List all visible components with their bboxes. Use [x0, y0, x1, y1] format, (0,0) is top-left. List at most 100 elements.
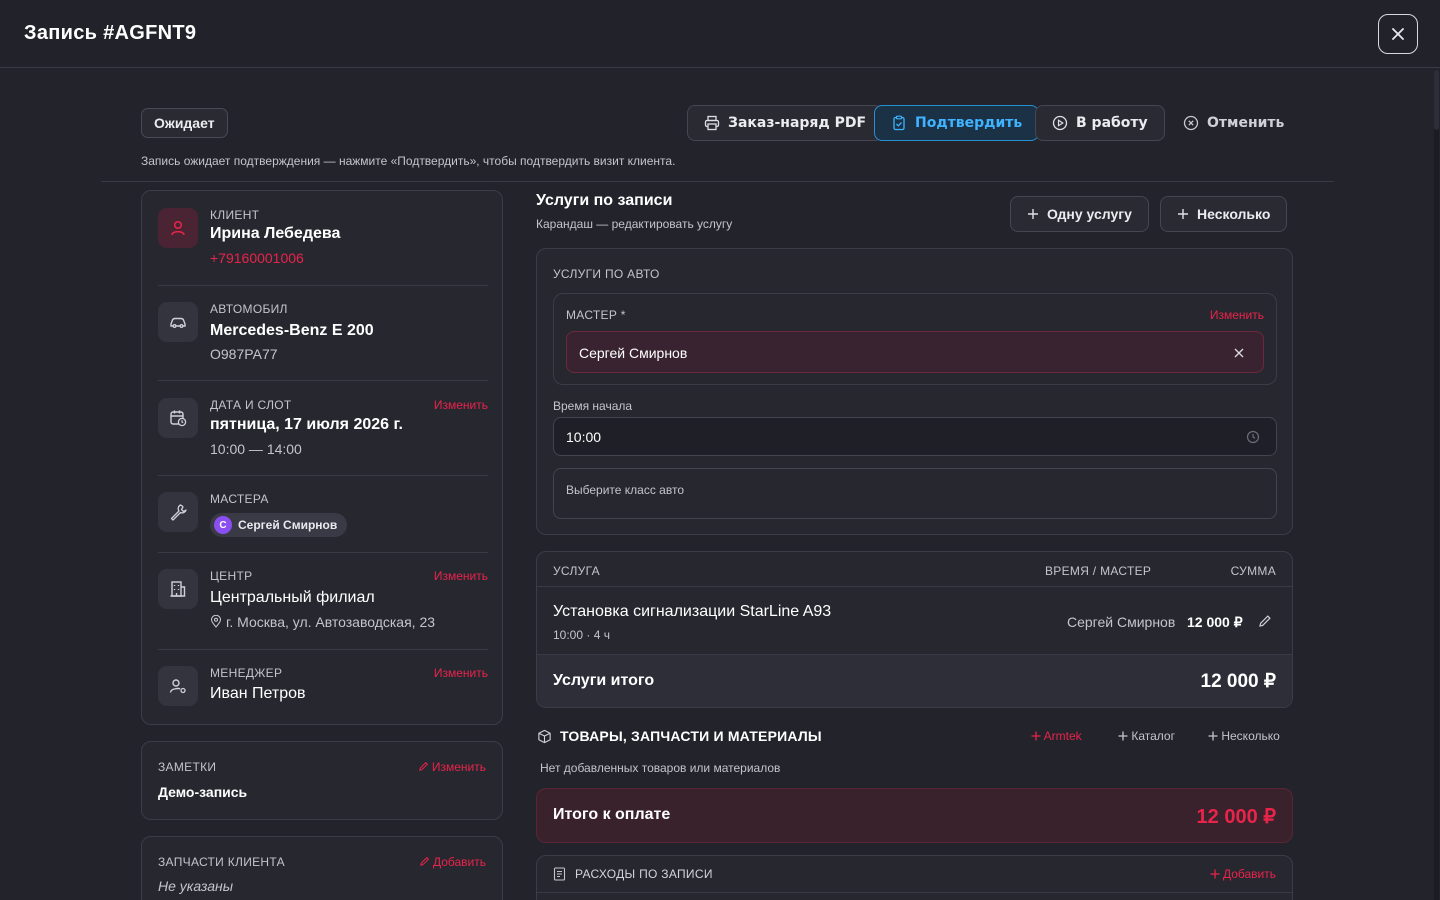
client-parts-label: ЗАПЧАСТИ КЛИЕНТА	[158, 855, 285, 869]
row-divider	[158, 552, 488, 553]
client-phone[interactable]: +79160001006	[210, 250, 304, 266]
plus-icon	[1208, 731, 1218, 741]
armtek-label: Armtek	[1043, 729, 1082, 743]
pencil-icon	[418, 761, 428, 771]
goods-many-label: Несколько	[1221, 729, 1280, 743]
building-icon	[170, 581, 186, 597]
play-circle-icon	[1052, 115, 1068, 131]
pdf-button[interactable]: Заказ-наряд PDF	[687, 105, 884, 141]
slot-label: ДАТА И СЛОТ	[210, 398, 292, 412]
master-box: МАСТЕР * Изменить Сергей Смирнов	[553, 293, 1277, 385]
notes-text: Демо-запись	[158, 784, 248, 800]
masters-row: МАСТЕРА С Сергей Смирнов	[158, 492, 488, 538]
appointment-info-card: КЛИЕНТ Ирина Лебедева +79160001006 АВТОМ…	[141, 190, 503, 725]
slot-date: пятница, 17 июля 2026 г.	[210, 416, 403, 433]
scrollbar[interactable]	[1434, 70, 1439, 900]
table-header-sum: СУММА	[1230, 564, 1276, 578]
row-divider	[158, 475, 488, 476]
manager-change-link[interactable]: Изменить	[434, 666, 488, 680]
user-cog-icon	[169, 679, 186, 694]
payment-total-label: Итого к оплате	[553, 806, 671, 823]
master-select[interactable]: Сергей Смирнов	[566, 331, 1264, 373]
goods-many-add-link[interactable]: Несколько	[1208, 729, 1280, 743]
building-icon-box	[158, 569, 198, 609]
center-address: г. Москва, ул. Автозаводская, 23	[226, 614, 436, 630]
divider	[101, 181, 1334, 182]
close-icon	[1392, 28, 1404, 40]
client-name: Ирина Лебедева	[210, 225, 341, 242]
car-class-placeholder: Выберите класс авто	[566, 483, 685, 497]
center-row: ЦЕНТР Изменить Центральный филиал г. Мос…	[158, 569, 488, 630]
scrollbar-thumb[interactable]	[1434, 70, 1439, 130]
pencil-icon[interactable]	[1258, 614, 1272, 628]
manager-row: МЕНЕДЖЕР Изменить Иван Петров	[158, 666, 488, 710]
services-by-car-label: УСЛУГИ ПО АВТО	[553, 267, 660, 281]
map-pin-icon	[210, 614, 222, 628]
expenses-add-link[interactable]: Добавить	[1210, 867, 1276, 881]
payment-total-value: 12 000 ₽	[1196, 806, 1276, 828]
confirm-button-label: Подтвердить	[915, 115, 1023, 131]
cancel-button[interactable]: Отменить	[1166, 105, 1301, 141]
close-button[interactable]	[1378, 14, 1418, 54]
expenses-divider	[537, 892, 1292, 893]
master-chip-name: Сергей Смирнов	[238, 518, 338, 532]
expenses-title: РАСХОДЫ ПО ЗАПИСИ	[575, 867, 713, 881]
services-total-value: 12 000 ₽	[1200, 671, 1276, 692]
table-row[interactable]: Установка сигнализации StarLine A93 10:0…	[537, 587, 1292, 654]
notes-change-link[interactable]: Изменить	[418, 760, 486, 774]
add-many-services-label: Несколько	[1197, 206, 1271, 222]
confirm-button[interactable]: Подтвердить	[874, 105, 1040, 141]
center-address-line: г. Москва, ул. Автозаводская, 23	[210, 614, 435, 630]
add-many-services-button[interactable]: Несколько	[1160, 196, 1288, 232]
add-one-service-button[interactable]: Одну услугу	[1010, 196, 1149, 232]
car-icon	[170, 317, 186, 328]
status-badge: Ожидает	[141, 108, 228, 138]
row-divider	[158, 285, 488, 286]
car-label: АВТОМОБИЛ	[210, 302, 288, 316]
goods-empty-text: Нет добавленных товаров или материалов	[540, 761, 781, 775]
modal-header: Запись #AGFNT9	[0, 0, 1440, 68]
master-chip: С Сергей Смирнов	[210, 513, 348, 537]
car-icon-box	[158, 302, 198, 342]
row-divider	[158, 649, 488, 650]
plus-icon	[1028, 209, 1038, 219]
master-field-label: МАСТЕР *	[566, 308, 626, 322]
wrench-icon	[170, 504, 187, 521]
center-change-link[interactable]: Изменить	[434, 569, 488, 583]
plus-icon	[1118, 731, 1128, 741]
calendar-clock-icon	[170, 410, 187, 427]
plus-icon	[1210, 869, 1220, 879]
pencil-icon	[419, 856, 429, 866]
clock-icon	[1246, 430, 1260, 444]
car-row: АВТОМОБИЛ Mercedes-Benz E 200 О987РА77	[158, 302, 488, 362]
add-one-service-label: Одну услугу	[1047, 206, 1132, 222]
car-class-select[interactable]: Выберите класс авто	[553, 468, 1277, 519]
armtek-add-link[interactable]: Armtek	[1031, 729, 1082, 743]
client-parts-add-label: Добавить	[432, 855, 486, 869]
slot-change-link[interactable]: Изменить	[434, 398, 488, 412]
notes-change-label: Изменить	[431, 760, 486, 774]
car-model: Mercedes-Benz E 200	[210, 322, 374, 339]
clear-icon[interactable]	[1233, 347, 1245, 359]
manager-icon-box	[158, 666, 198, 706]
payment-total-card: Итого к оплате 12 000 ₽	[536, 788, 1293, 843]
slot-time: 10:00 — 14:00	[210, 441, 302, 457]
to-work-button[interactable]: В работу	[1035, 105, 1165, 141]
master-change-link[interactable]: Изменить	[1210, 308, 1264, 322]
notes-card: ЗАМЕТКИ Изменить Демо-запись	[141, 741, 503, 820]
notes-label: ЗАМЕТКИ	[158, 760, 217, 774]
manager-label: МЕНЕДЖЕР	[210, 666, 283, 680]
start-time-input[interactable]: 10:00	[553, 417, 1277, 456]
client-row[interactable]: КЛИЕНТ Ирина Лебедева +79160001006	[158, 208, 488, 278]
package-icon	[538, 729, 551, 744]
catalog-add-link[interactable]: Каталог	[1118, 729, 1175, 743]
client-parts-text: Не указаны	[158, 878, 234, 894]
printer-icon	[704, 115, 720, 131]
slot-row: ДАТА И СЛОТ Изменить пятница, 17 июля 20…	[158, 398, 488, 458]
client-label: КЛИЕНТ	[210, 208, 260, 222]
service-sum: 12 000 ₽	[1187, 614, 1243, 630]
plus-icon	[1178, 209, 1188, 219]
services-title: Услуги по записи	[536, 192, 673, 209]
client-parts-add-link[interactable]: Добавить	[419, 855, 486, 869]
client-parts-card: ЗАПЧАСТИ КЛИЕНТА Добавить Не указаны	[141, 836, 503, 900]
